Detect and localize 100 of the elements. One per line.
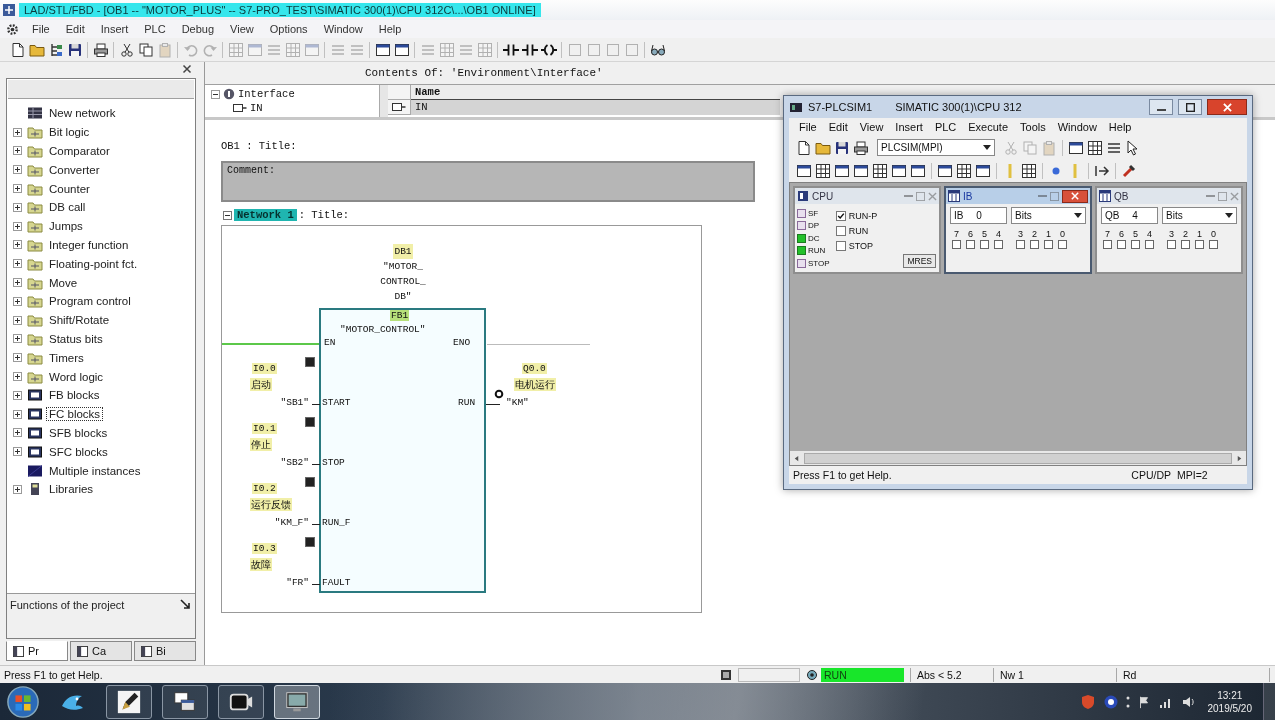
bit-checkbox[interactable] [1058,240,1067,249]
tree-item[interactable]: Shift/Rotate [46,313,113,328]
menu-item[interactable]: PLC [137,23,173,35]
taskbar-app-button[interactable] [106,684,152,719]
tree-item[interactable]: Bit logic [46,125,93,140]
bit-checkbox[interactable] [980,240,989,249]
tree-item[interactable]: FB blocks [46,388,103,403]
bit-checkbox[interactable] [1209,240,1218,249]
mode-checkbox[interactable] [835,211,846,221]
tree-item[interactable]: Converter [46,162,103,177]
panel-tab[interactable]: Ca [70,641,132,661]
address-field[interactable]: IB 0 [950,207,1007,224]
plus-box-icon[interactable] [13,165,22,175]
bit-checkbox[interactable] [1181,240,1190,249]
plus-box-icon[interactable] [13,484,22,494]
minus-box-icon[interactable] [211,89,220,99]
maximize-button[interactable] [1178,99,1202,115]
plus-box-icon[interactable] [13,127,22,137]
tree-item[interactable]: FC blocks [46,407,104,422]
menu-item[interactable]: Window [1051,121,1103,133]
mode-checkbox[interactable] [835,226,846,236]
comment-field[interactable]: Comment: [221,161,755,202]
bit-checkbox[interactable] [1016,240,1025,249]
menu-item[interactable]: Edit [58,23,92,35]
plus-box-icon[interactable] [13,390,22,400]
bit-checkbox[interactable] [1117,240,1126,249]
format-dropdown[interactable]: Bits [1162,207,1237,224]
toolbar-button[interactable] [814,161,832,180]
toolbar-button[interactable] [871,161,889,180]
plus-box-icon[interactable] [13,372,22,382]
tree-item[interactable]: Move [46,275,81,290]
horizontal-scrollbar[interactable] [790,451,1246,465]
menu-item[interactable]: Execute [962,121,1015,133]
bit-checkbox[interactable] [1195,240,1204,249]
tree-item[interactable]: Timers [46,350,87,365]
bit-checkbox[interactable] [1145,240,1154,249]
taskbar-app-button[interactable] [218,684,264,719]
mode-checkbox[interactable] [835,241,846,251]
menu-item[interactable]: Insert [93,23,136,35]
bit-checkbox[interactable] [1030,240,1039,249]
tree-item[interactable]: Program control [46,294,134,309]
plus-box-icon[interactable] [13,259,22,269]
bit-checkbox[interactable] [1044,240,1053,249]
menu-item[interactable]: Debug [174,23,222,35]
tree-item[interactable]: SFC blocks [46,444,111,459]
bit-checkbox[interactable] [952,240,961,249]
tree-item[interactable]: Libraries [46,482,97,497]
plus-box-icon[interactable] [13,428,22,438]
corner-arrow-icon[interactable] [179,598,193,612]
clock-date[interactable]: 2019/5/20 [1207,701,1252,715]
toolbar-button[interactable] [795,138,813,157]
plus-box-icon[interactable] [13,146,22,156]
plus-box-icon[interactable] [13,296,22,306]
dots-icon[interactable] [1125,695,1130,708]
plus-box-icon[interactable] [13,184,22,194]
tree-item[interactable]: Counter [46,181,93,196]
minimize-button[interactable] [1149,99,1173,115]
round-badge-icon[interactable] [1102,693,1119,710]
toolbar-button[interactable] [852,138,870,157]
function-block[interactable] [319,308,486,593]
plus-box-icon[interactable] [13,240,22,250]
plus-box-icon[interactable] [13,221,22,231]
address-field[interactable]: QB 4 [1101,207,1158,224]
tree-item[interactable]: DB call [46,200,89,215]
scroll-thumb[interactable] [804,452,1232,464]
menu-item[interactable]: Tools [1014,121,1052,133]
gear-icon[interactable] [6,22,19,36]
menu-item[interactable]: PLC [928,121,963,133]
clock-time[interactable]: 13:21 [1217,688,1243,702]
menu-item[interactable]: Edit [822,121,854,133]
menu-item[interactable]: File [25,23,57,35]
plus-box-icon[interactable] [13,278,22,288]
bit-checkbox[interactable] [1103,240,1112,249]
minus-box-icon[interactable] [223,210,232,220]
panel-tab[interactable]: Bi [134,641,196,661]
tree-item[interactable]: Comparator [46,144,113,158]
network-label[interactable]: Network 1 [234,209,297,221]
format-dropdown[interactable]: Bits [1011,207,1086,224]
tree-item[interactable]: IN [250,102,263,114]
toolbar-button[interactable] [1020,161,1038,180]
table-cell[interactable]: IN [411,100,780,115]
right-arrow-icon[interactable] [1236,454,1243,462]
panel-tab[interactable]: Pr [6,641,68,661]
tree-item[interactable]: SFB blocks [46,425,111,440]
toolbar-button[interactable] [1086,138,1104,157]
tree-item[interactable]: Interface [238,88,295,100]
menu-item[interactable]: Help [371,23,409,35]
tree-item[interactable]: Integer function [46,237,132,252]
plus-box-icon[interactable] [13,202,22,212]
plus-box-icon[interactable] [13,315,22,325]
bit-checkbox[interactable] [994,240,1003,249]
menu-item[interactable]: Help [1102,121,1138,133]
plus-box-icon[interactable] [13,447,22,457]
plus-box-icon[interactable] [13,409,22,419]
start-orb-icon[interactable] [6,684,40,719]
menu-item[interactable]: Insert [889,121,929,133]
tree-item[interactable]: Floating-point fct. [46,256,141,271]
tree-item[interactable]: Jumps [46,219,86,234]
close-button[interactable] [1207,99,1247,115]
shield-icon[interactable] [1079,693,1096,710]
